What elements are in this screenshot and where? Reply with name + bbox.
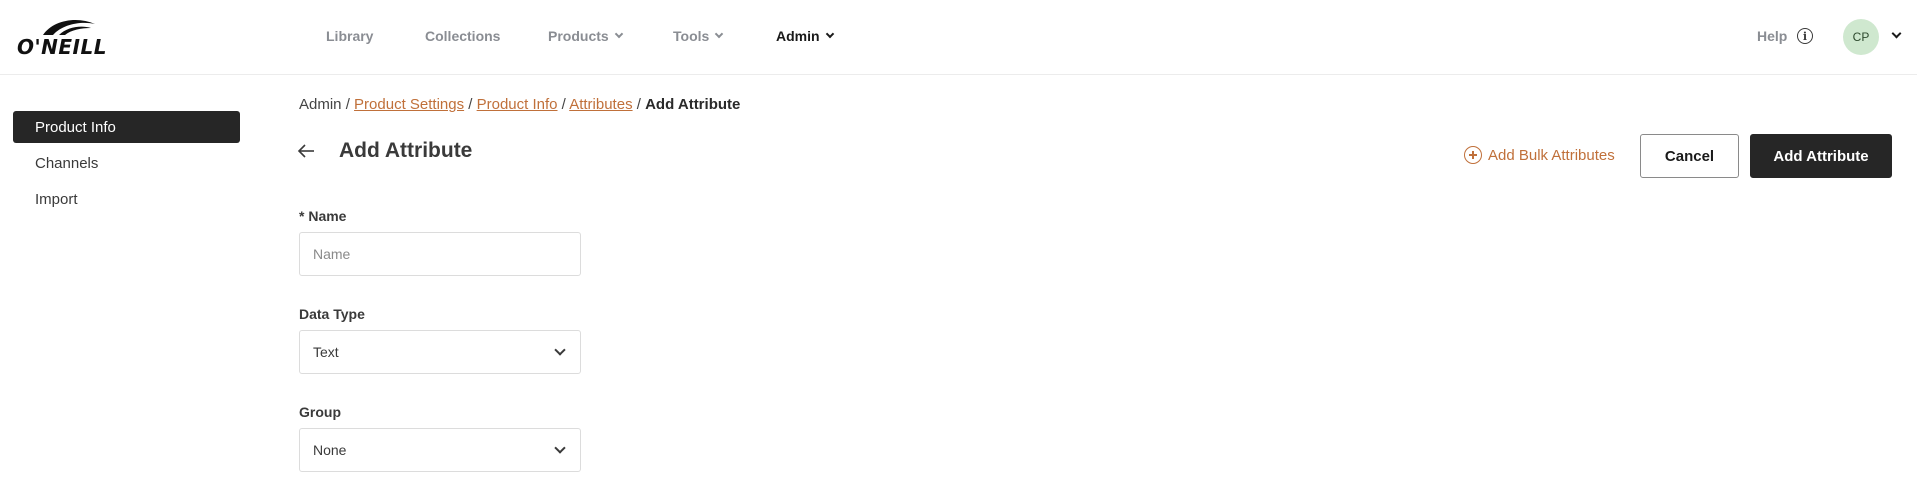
nav-tools[interactable]: Tools <box>673 28 724 44</box>
sidebar-item-import[interactable]: Import <box>13 183 240 215</box>
brand-logo[interactable]: O'NEILL <box>17 18 125 59</box>
breadcrumb-attributes-link[interactable]: Attributes <box>569 96 632 113</box>
sidebar-item-label: Product Info <box>35 118 116 136</box>
add-bulk-attributes-button[interactable]: Add Bulk Attributes <box>1464 146 1615 164</box>
wave-logo-icon <box>43 19 95 35</box>
sidebar-item-label: Channels <box>35 154 99 172</box>
nav-admin[interactable]: Admin <box>776 28 834 44</box>
name-input[interactable] <box>299 232 581 276</box>
chevron-down-icon <box>715 29 724 39</box>
breadcrumb-current: Add Attribute <box>645 96 741 113</box>
back-arrow-icon[interactable] <box>296 140 318 162</box>
plus-circle-icon <box>1464 146 1482 164</box>
breadcrumb-separator: / <box>464 96 477 113</box>
nav-collections-label: Collections <box>425 28 501 44</box>
sidebar-item-product-info[interactable]: Product Info <box>13 111 240 143</box>
breadcrumb: Admin / Product Settings / Product Info … <box>299 96 740 113</box>
nav-collections[interactable]: Collections <box>425 28 500 44</box>
chevron-down-icon <box>554 344 566 356</box>
page-title: Add Attribute <box>339 139 473 162</box>
breadcrumb-separator: / <box>341 96 355 113</box>
logo-wordmark: O'NEILL <box>17 35 107 59</box>
sidebar-item-channels[interactable]: Channels <box>13 147 240 179</box>
top-navigation-bar: O'NEILL Library Collections Products Too… <box>0 0 1917 75</box>
nav-products[interactable]: Products <box>548 28 623 44</box>
help-link[interactable]: Help <box>1757 28 1787 44</box>
data-type-label: Data Type <box>299 306 365 322</box>
avatar-initials: CP <box>1852 30 1870 44</box>
chevron-down-icon <box>825 29 834 39</box>
add-attribute-button[interactable]: Add Attribute <box>1750 134 1892 178</box>
data-type-select[interactable]: Text <box>299 330 581 374</box>
name-field-label: * Name <box>299 208 347 224</box>
nav-library-label: Library <box>326 28 374 44</box>
data-type-value: Text <box>313 344 339 360</box>
group-label: Group <box>299 404 341 420</box>
breadcrumb-separator: / <box>557 96 570 113</box>
chevron-down-icon <box>554 442 566 454</box>
breadcrumb-separator: / <box>632 96 646 113</box>
add-bulk-attributes-label: Add Bulk Attributes <box>1488 146 1615 164</box>
nav-library[interactable]: Library <box>326 28 373 44</box>
breadcrumb-admin: Admin <box>299 96 342 113</box>
group-value: None <box>313 442 347 458</box>
sidebar-item-label: Import <box>35 190 78 208</box>
breadcrumb-product-settings-link[interactable]: Product Settings <box>354 96 464 113</box>
chevron-down-icon <box>614 29 623 39</box>
nav-tools-label: Tools <box>673 28 710 44</box>
group-select[interactable]: None <box>299 428 581 472</box>
breadcrumb-product-info-link[interactable]: Product Info <box>477 96 558 113</box>
cancel-button[interactable]: Cancel <box>1640 134 1739 178</box>
nav-products-label: Products <box>548 28 609 44</box>
avatar[interactable]: CP <box>1843 19 1879 55</box>
chevron-down-icon[interactable] <box>1891 28 1902 39</box>
info-icon[interactable]: i <box>1797 28 1813 44</box>
nav-admin-label: Admin <box>776 28 820 44</box>
